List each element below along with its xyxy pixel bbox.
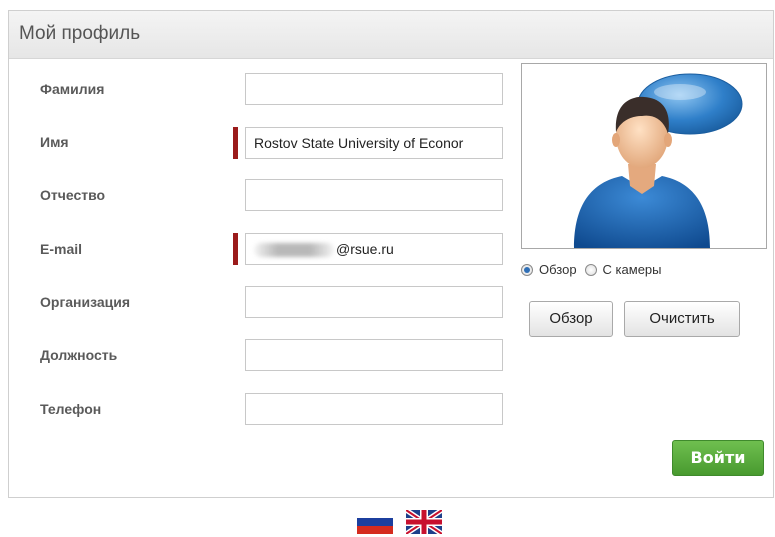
radio-browse-label: Обзор	[539, 262, 577, 277]
radio-camera-label: С камеры	[602, 262, 662, 277]
clear-button[interactable]: Очистить	[624, 301, 740, 337]
position-input[interactable]	[245, 339, 503, 371]
uk-flag-icon[interactable]	[406, 510, 442, 534]
radio-browse[interactable]	[521, 263, 533, 276]
organization-input[interactable]	[245, 286, 503, 318]
panel-header: Мой профиль	[9, 11, 773, 59]
phone-label: Телефон	[40, 401, 102, 417]
radio-camera[interactable]	[584, 263, 597, 276]
middle-name-input[interactable]	[245, 179, 503, 211]
browse-button[interactable]: Обзор	[529, 301, 613, 337]
last-name-input[interactable]	[245, 73, 503, 105]
redacted-email-prefix	[254, 243, 334, 258]
page-title: Мой профиль	[19, 23, 141, 44]
avatar[interactable]	[521, 63, 767, 249]
phone-input[interactable]	[245, 393, 503, 425]
organization-label: Организация	[40, 294, 131, 310]
email-field[interactable]: @rsue.ru	[245, 233, 503, 265]
first-name-input[interactable]: Rostov State University of Econor	[245, 127, 503, 159]
position-label: Должность	[40, 347, 118, 363]
middle-name-label: Отчество	[40, 187, 106, 203]
last-name-label: Фамилия	[40, 81, 105, 97]
photo-source-options: Обзор С камеры	[521, 262, 662, 277]
russian-flag-icon[interactable]	[357, 510, 393, 534]
email-domain: @rsue.ru	[336, 241, 394, 257]
login-button[interactable]: Войти	[672, 440, 764, 476]
email-label: E-mail	[40, 241, 83, 257]
first-name-label: Имя	[40, 134, 69, 150]
required-marker	[233, 127, 238, 159]
user-avatar-icon	[574, 73, 743, 248]
required-marker	[233, 233, 238, 265]
